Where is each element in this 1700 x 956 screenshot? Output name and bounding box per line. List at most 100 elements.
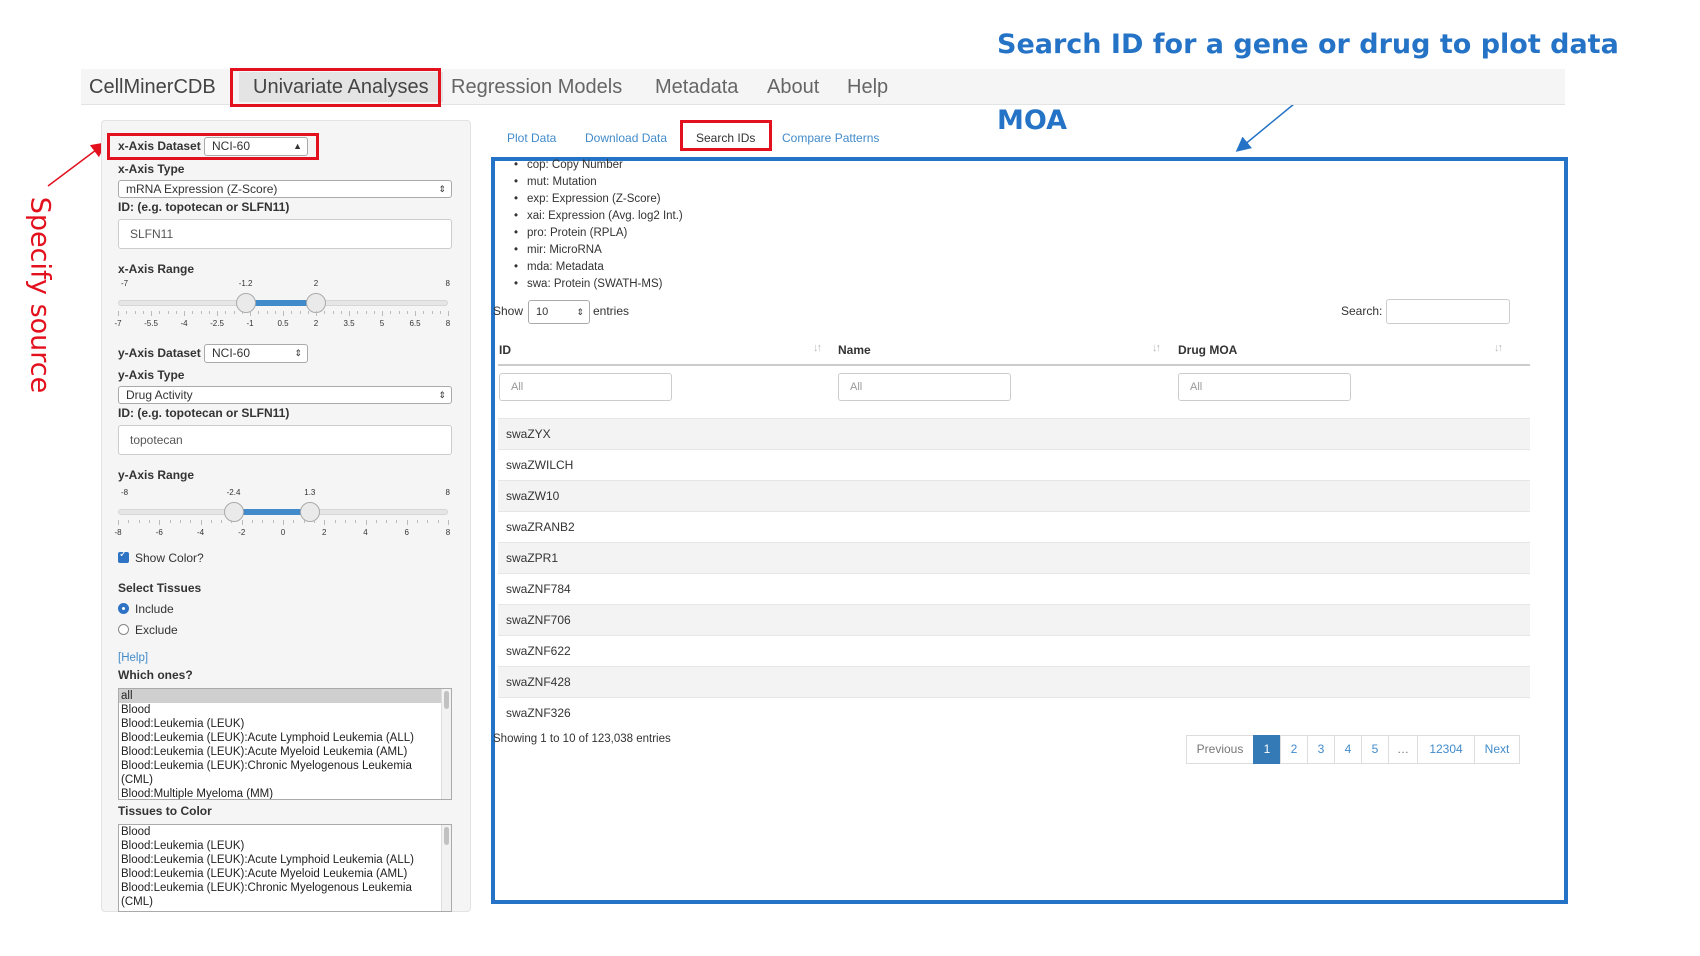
list-option[interactable]: (CML) — [119, 773, 451, 787]
slider-tick-label: -2 — [238, 528, 246, 537]
filter-id-input[interactable]: All — [499, 373, 672, 401]
slider-minor-tick — [252, 520, 254, 523]
list-option[interactable]: all — [119, 689, 451, 703]
nav-item-regression-models[interactable]: Regression Models — [451, 72, 622, 102]
slider-tick-label: 6.5 — [409, 319, 421, 328]
list-option[interactable]: Blood:Multiple Myeloma (MM) — [119, 787, 451, 799]
pagination-page-button[interactable]: 5 — [1361, 735, 1389, 764]
include-radio[interactable] — [118, 603, 129, 614]
slider-tick-label: -7 — [114, 319, 122, 328]
exclude-radio[interactable] — [118, 624, 129, 635]
column-header-id[interactable]: ID — [499, 343, 511, 357]
x-range-high-handle[interactable] — [306, 293, 326, 313]
list-option[interactable]: Blood:Leukemia (LEUK):Chronic Myelogenou… — [119, 759, 451, 773]
list-option[interactable]: Blood:Leukemia (LEUK):Acute Lymphoid Leu… — [119, 853, 451, 867]
tab-compare-patterns[interactable]: Compare Patterns — [782, 131, 879, 145]
pagination-next-button[interactable]: Next — [1474, 735, 1520, 764]
table-row[interactable]: swaZWILCH — [498, 449, 1530, 480]
slider-tick — [382, 311, 383, 316]
slider-minor-tick — [355, 520, 357, 523]
tissues-to-color-scrollbar[interactable] — [441, 825, 451, 911]
list-option[interactable]: Blood:Leukemia (LEUK):Acute Myeloid Leuk… — [119, 745, 451, 759]
table-row[interactable]: swaZNF326 — [498, 697, 1530, 728]
list-option[interactable]: Blood:Leukemia (LEUK):Acute Myeloid Leuk… — [119, 867, 451, 881]
slider-tick — [406, 520, 408, 525]
nav-item-metadata[interactable]: Metadata — [655, 72, 738, 102]
tissues-to-color-listbox[interactable]: Blood Blood:Leukemia (LEUK) Blood:Leukemia… — [118, 824, 452, 912]
table-row[interactable]: swaZNF706 — [498, 604, 1530, 635]
list-option[interactable]: Blood:Leukemia (LEUK):Chronic Myelogenou… — [119, 881, 451, 895]
table-row[interactable]: swaZYX — [498, 418, 1530, 449]
x-axis-range-slider[interactable]: -7 8 -1.2 2 -7 -5.5 -4 -2.5 -1 0.5 2 3.5 5 6.5 8 — [114, 279, 450, 332]
list-option[interactable]: Blood:Leukemia (LEUK) — [119, 717, 451, 731]
slider-tick-label: 3.5 — [343, 319, 355, 328]
data-type-item: mir: MicroRNA — [514, 242, 683, 259]
y-range-min-label: -8 — [121, 488, 129, 497]
sort-icon[interactable]: ↓↑ — [1494, 342, 1503, 354]
y-axis-id-input[interactable]: topotecan — [118, 425, 452, 455]
slider-minor-tick — [431, 311, 433, 314]
list-option[interactable]: Blood:Leukemia (LEUK):Acute Lymphoid Leu… — [119, 731, 451, 745]
column-header-name[interactable]: Name — [838, 343, 871, 357]
y-axis-type-select[interactable]: Drug Activity ⇕ — [118, 386, 452, 404]
list-option[interactable]: Blood — [119, 825, 451, 839]
slider-minor-tick — [427, 520, 429, 523]
pagination-page-button[interactable]: 4 — [1334, 735, 1362, 764]
which-ones-listbox[interactable]: all Blood Blood:Leukemia (LEUK) Blood:Leuke… — [118, 688, 452, 800]
slider-minor-tick — [375, 520, 377, 523]
table-row[interactable]: swaZW10 — [498, 480, 1530, 511]
table-row[interactable]: swaZNF784 — [498, 573, 1530, 604]
table-row[interactable]: swaZPR1 — [498, 542, 1530, 573]
pagination-page-button[interactable]: 2 — [1280, 735, 1308, 764]
nav-item-help[interactable]: Help — [847, 72, 888, 102]
table-row[interactable]: swaZNF428 — [498, 666, 1530, 697]
column-header-drug-moa[interactable]: Drug MOA — [1178, 343, 1237, 357]
slider-minor-tick — [365, 311, 367, 314]
cell-id: swaZYX — [506, 427, 551, 441]
pagination-previous-button[interactable]: Previous — [1186, 735, 1254, 764]
data-type-item: exp: Expression (Z-Score) — [514, 191, 683, 208]
slider-minor-tick — [175, 311, 177, 314]
nav-item-about[interactable]: About — [767, 72, 819, 102]
pagination-page-button[interactable]: 12304 — [1417, 735, 1475, 764]
pagination-page-button[interactable]: 1 — [1253, 735, 1281, 764]
slider-minor-tick — [313, 520, 315, 523]
table-row[interactable]: swaZRANB2 — [498, 511, 1530, 542]
slider-minor-tick — [417, 520, 419, 523]
tab-download-data[interactable]: Download Data — [585, 131, 667, 145]
y-axis-dataset-select[interactable]: NCI-60 ⇕ — [204, 344, 308, 363]
which-ones-scrollbar[interactable] — [441, 689, 451, 799]
cell-id: swaZRANB2 — [506, 520, 575, 534]
nav-brand[interactable]: CellMinerCDB — [89, 72, 216, 102]
select-arrows-icon: ⇕ — [438, 390, 446, 400]
y-axis-range-slider[interactable]: -8 8 -2.4 1.3 -8 -6 -4 -2 0 2 4 6 8 — [114, 488, 450, 541]
table-row[interactable]: swaZNF622 — [498, 635, 1530, 666]
slider-tick — [283, 311, 284, 316]
highlight-search-ids-tab — [680, 120, 772, 151]
list-option[interactable]: Blood:Leukemia (LEUK) — [119, 839, 451, 853]
sort-icon[interactable]: ↓↑ — [813, 342, 822, 354]
list-option[interactable]: (CML) — [119, 895, 451, 909]
x-range-low-handle[interactable] — [235, 293, 256, 313]
sort-icon[interactable]: ↓↑ — [1152, 342, 1161, 354]
x-range-low-value: -1.2 — [238, 279, 253, 288]
x-axis-type-select[interactable]: mRNA Expression (Z-Score) ⇕ — [118, 180, 452, 198]
slider-tick — [250, 311, 251, 316]
include-label: Include — [135, 602, 174, 616]
x-axis-id-input[interactable]: SLFN11 — [118, 219, 452, 249]
list-option[interactable]: Blood — [119, 703, 451, 717]
y-range-high-handle[interactable] — [299, 502, 320, 522]
filter-name-input[interactable]: All — [838, 373, 1011, 401]
search-input[interactable] — [1386, 299, 1510, 324]
entries-select[interactable]: 10 ⇕ — [528, 300, 590, 324]
red-arrow — [47, 142, 107, 187]
filter-drug-moa-input[interactable]: All — [1178, 373, 1351, 401]
y-range-low-handle[interactable] — [223, 502, 244, 522]
cell-id: swaZW10 — [506, 489, 560, 503]
slider-minor-tick — [241, 311, 243, 314]
pagination-page-button[interactable]: 3 — [1307, 735, 1335, 764]
slider-minor-tick — [231, 520, 233, 523]
show-color-checkbox[interactable] — [118, 549, 129, 563]
help-link[interactable]: [Help] — [118, 652, 148, 664]
tab-plot-data[interactable]: Plot Data — [507, 131, 556, 145]
